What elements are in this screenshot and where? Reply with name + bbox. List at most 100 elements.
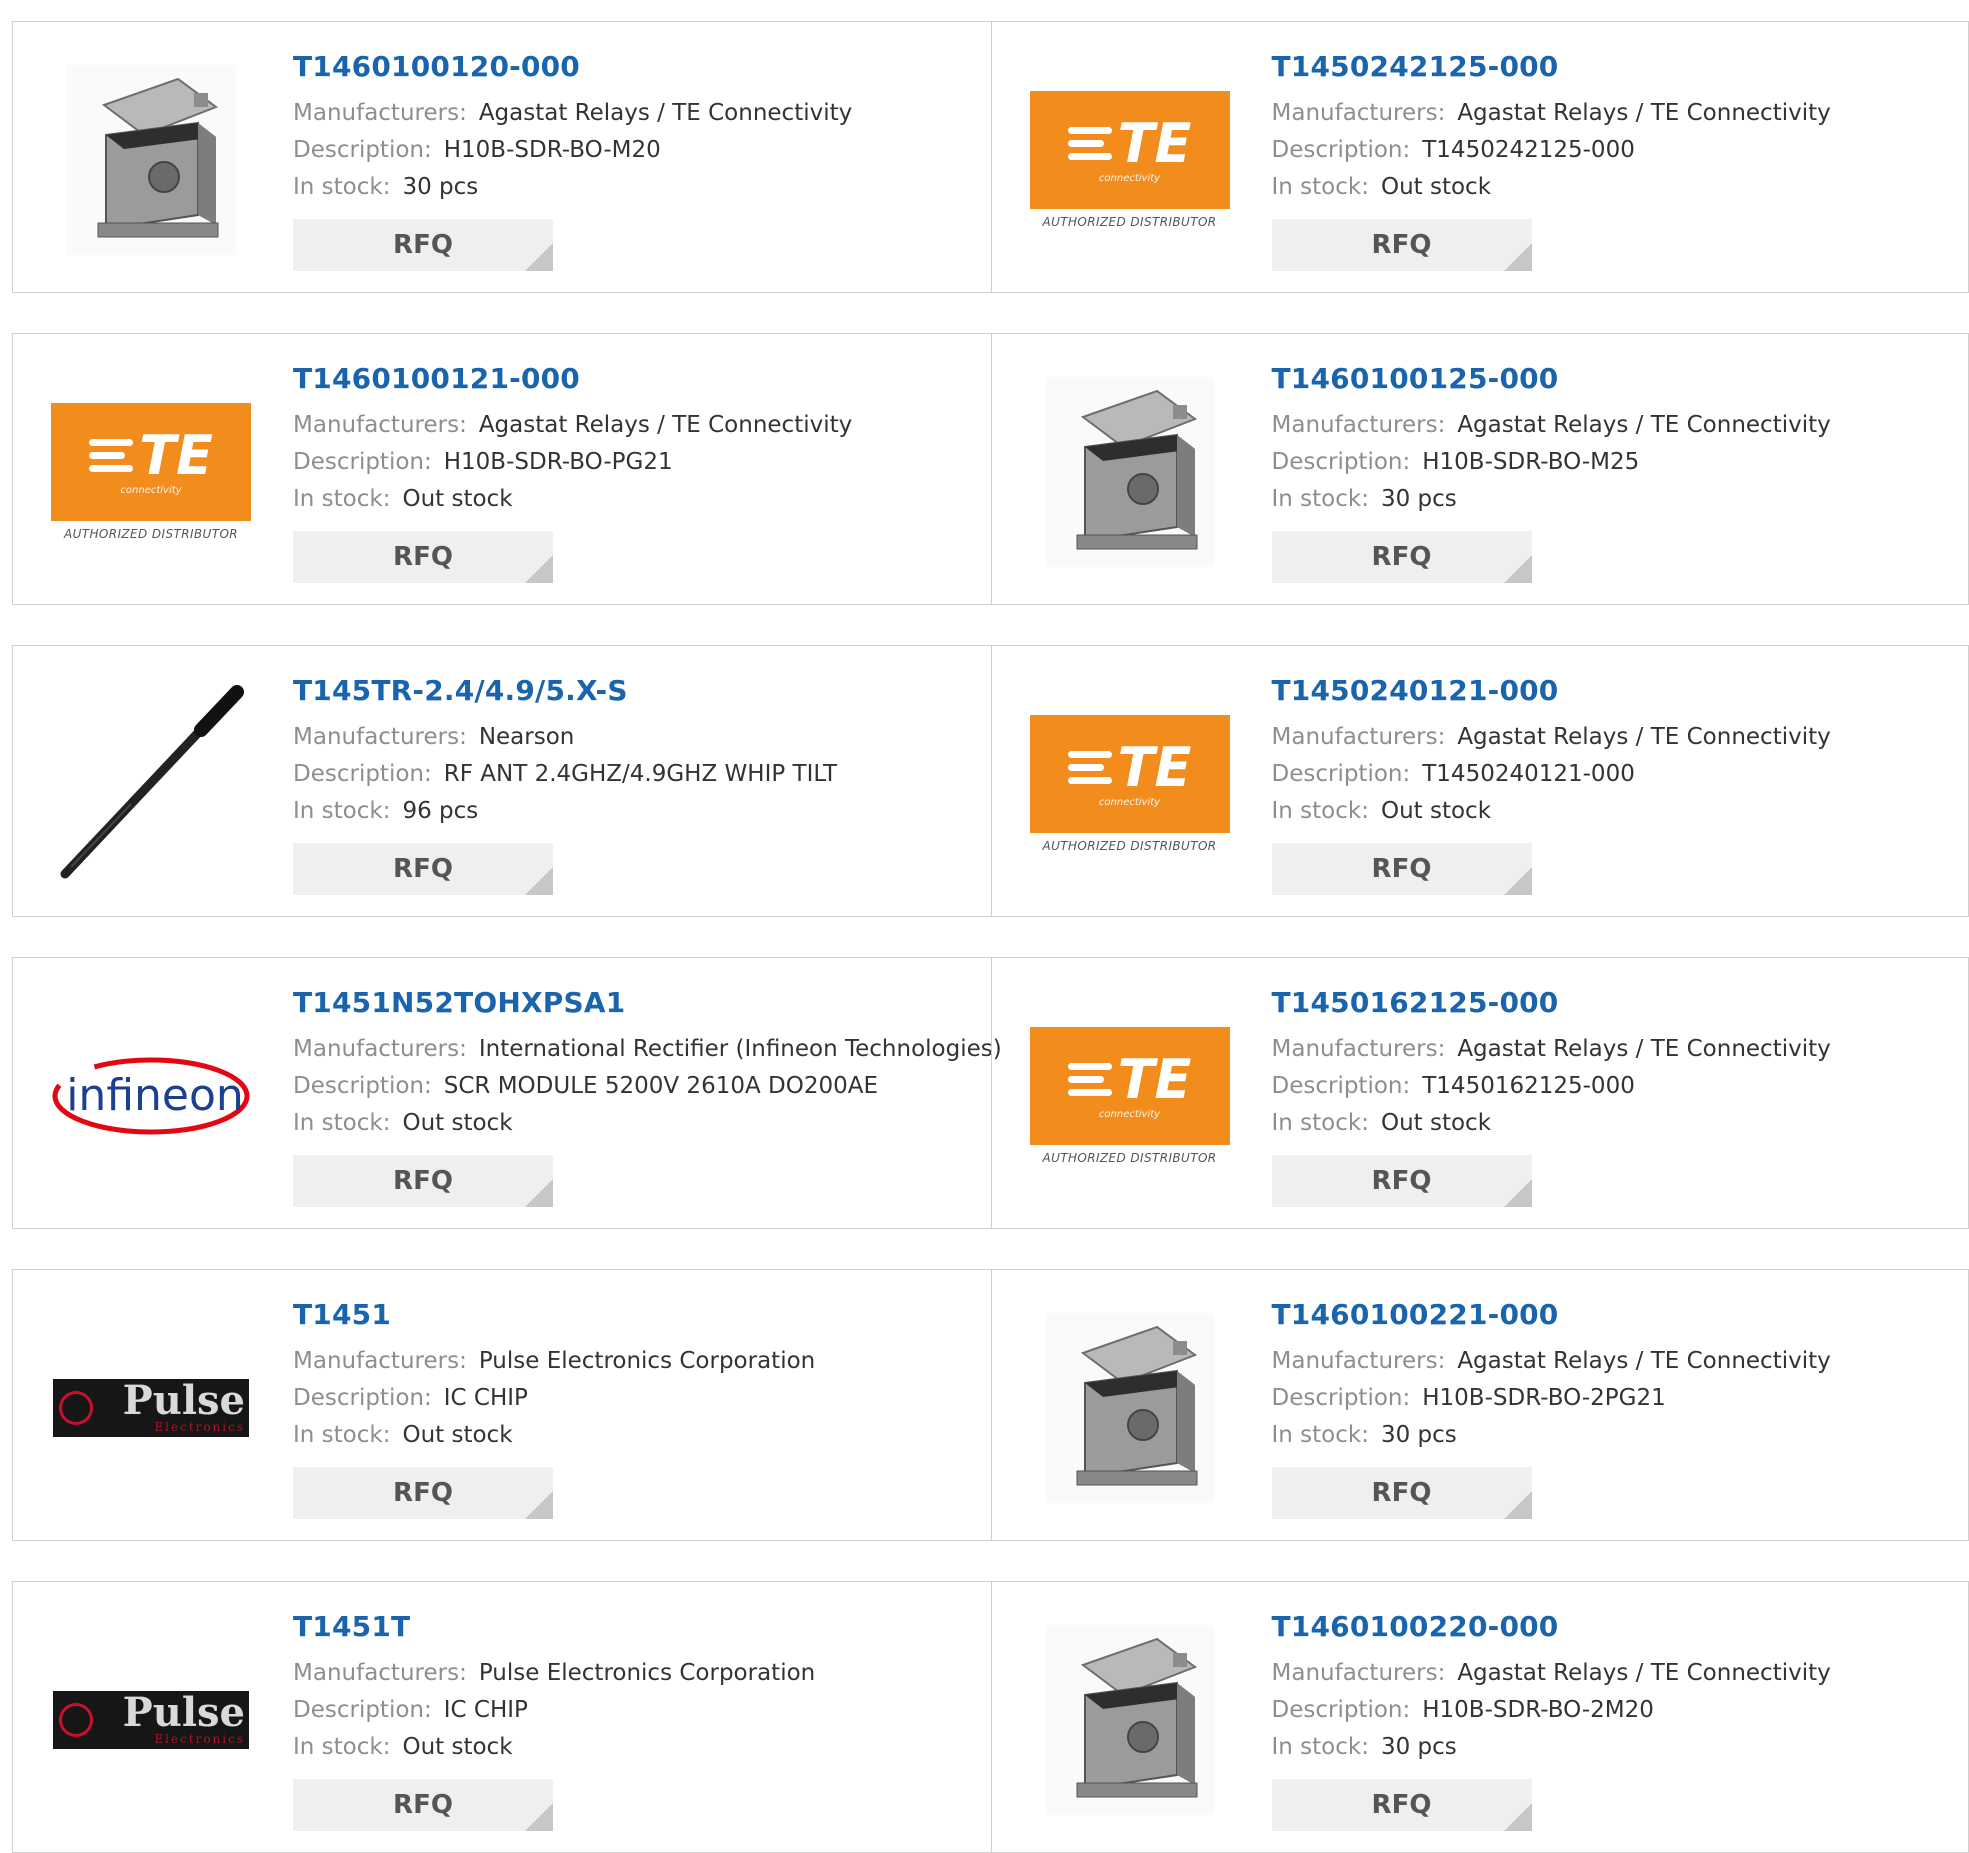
product-thumbnail[interactable] [1030,1308,1230,1508]
description-line: Description: RF ANT 2.4GHZ/4.9GHZ WHIP TI… [293,756,837,793]
product-thumbnail[interactable]: TE connectivity AUTHORIZED DISTRIBUTOR [1029,684,1230,884]
rfq-label: RFQ [1371,854,1432,884]
product-card: TE connectivity AUTHORIZED DISTRIBUTOR T… [13,334,991,604]
rfq-button[interactable]: RFQ [1271,1155,1532,1207]
description-label: Description: [1271,1697,1411,1723]
stock-label: In stock: [293,798,391,824]
part-number-link[interactable]: T145TR-2.4/4.9/5.X-S [293,674,837,707]
product-info: T1460100121-000 Manufacturers: Agastat Rel… [293,362,852,583]
rfq-label: RFQ [393,854,453,884]
rfq-button[interactable]: RFQ [1271,1467,1532,1519]
product-card: Pulse Electronics T1451T Manufacturers: Pu… [13,1582,991,1852]
description-line: Description: H10B-SDR-BO-PG21 [293,444,852,481]
description-line: Description: IC CHIP [293,1380,815,1417]
rfq-button[interactable]: RFQ [293,1155,553,1207]
description-value: T1450240121-000 [1422,761,1635,787]
part-number-link[interactable]: T1460100125-000 [1272,362,1831,395]
manufacturer-value: Agastat Relays / TE Connectivity [1457,412,1831,438]
stock-value: Out stock [1380,174,1492,200]
rfq-label: RFQ [1371,1166,1432,1196]
product-thumbnail[interactable]: TE connectivity AUTHORIZED DISTRIBUTOR [51,372,251,572]
stock-value: 30 pcs [402,174,479,200]
pulse-electronics-logo: Pulse Electronics [53,1379,249,1437]
description-label: Description: [1271,1073,1411,1099]
stock-line: In stock: 96 pcs [293,793,837,830]
manufacturer-line: Manufacturers: Agastat Relays / TE Connec… [293,407,852,444]
rfq-button[interactable]: RFQ [1271,531,1532,583]
manufacturer-label: Manufacturers: [293,724,467,750]
part-number-link[interactable]: T1450240121-000 [1272,674,1831,707]
rfq-label: RFQ [1371,542,1432,572]
manufacturer-label: Manufacturers: [293,1348,467,1374]
te-connectivity-logo: TE connectivity AUTHORIZED DISTRIBUTOR [1029,1027,1230,1165]
part-number-link[interactable]: T1460100221-000 [1272,1298,1831,1331]
product-info: T145TR-2.4/4.9/5.X-S Manufacturers: Nearso… [293,674,837,895]
product-row: T145TR-2.4/4.9/5.X-S Manufacturers: Nearso… [12,645,1969,917]
manufacturer-label: Manufacturers: [293,412,467,438]
part-number-link[interactable]: T1450242125-000 [1272,50,1831,83]
part-number-link[interactable]: T1460100121-000 [293,362,852,395]
description-value: IC CHIP [443,1385,528,1411]
stock-value: 30 pcs [1380,1422,1457,1448]
manufacturer-label: Manufacturers: [1271,1036,1446,1062]
description-line: Description: H10B-SDR-BO-M25 [1272,444,1831,481]
rfq-button[interactable]: RFQ [1271,1779,1532,1831]
product-thumbnail[interactable] [1030,1620,1230,1820]
rfq-label: RFQ [1371,230,1432,260]
part-number-link[interactable]: T1450162125-000 [1272,986,1831,1019]
rfq-corner-decoration [525,1803,553,1831]
part-number-link[interactable]: T1451 [293,1298,815,1331]
rfq-button[interactable]: RFQ [293,1779,553,1831]
stock-label: In stock: [293,486,391,512]
manufacturer-value: Agastat Relays / TE Connectivity [1457,1348,1831,1374]
description-label: Description: [1271,449,1411,475]
product-thumbnail[interactable]: Pulse Electronics [51,1308,251,1508]
stock-label: In stock: [1271,1734,1369,1760]
rfq-corner-decoration [1503,1179,1532,1207]
rfq-button[interactable]: RFQ [293,1467,553,1519]
rfq-corner-decoration [525,867,553,895]
product-thumbnail[interactable] [1030,372,1230,572]
part-number-link[interactable]: T1451T [293,1610,815,1643]
rfq-button[interactable]: RFQ [293,531,553,583]
manufacturer-line: Manufacturers: Agastat Relays / TE Connec… [1272,95,1831,132]
part-number-link[interactable]: T1460100220-000 [1272,1610,1831,1643]
product-thumbnail[interactable]: infineon [51,996,251,1196]
product-thumbnail[interactable] [51,60,251,260]
description-line: Description: IC CHIP [293,1692,815,1729]
stock-line: In stock: 30 pcs [1272,1729,1831,1766]
product-thumbnail[interactable]: TE connectivity AUTHORIZED DISTRIBUTOR [1029,60,1230,260]
product-card: Pulse Electronics T1451 Manufacturers: Pul… [13,1270,991,1540]
manufacturer-value: Agastat Relays / TE Connectivity [478,100,853,126]
rfq-label: RFQ [393,1478,453,1508]
rfq-button[interactable]: RFQ [1271,843,1532,895]
product-row: Pulse Electronics T1451 Manufacturers: Pul… [12,1269,1969,1541]
rfq-button[interactable]: RFQ [293,219,553,271]
product-card: T145TR-2.4/4.9/5.X-S Manufacturers: Nearso… [13,646,991,916]
housing-image [66,65,236,255]
rfq-label: RFQ [393,1166,453,1196]
part-number-link[interactable]: T1460100120-000 [293,50,852,83]
description-value: SCR MODULE 5200V 2610A DO200AE [443,1073,878,1099]
description-value: T1450162125-000 [1422,1073,1635,1099]
description-line: Description: T1450242125-000 [1272,132,1831,169]
stock-value: Out stock [402,1422,513,1448]
product-row: T1460100120-000 Manufacturers: Agastat Rel… [12,21,1969,293]
product-thumbnail[interactable] [51,684,251,884]
rfq-button[interactable]: RFQ [293,843,553,895]
svg-text:infineon: infineon [66,1070,244,1121]
product-thumbnail[interactable]: Pulse Electronics [51,1620,251,1820]
rfq-button[interactable]: RFQ [1271,219,1532,271]
manufacturer-line: Manufacturers: Nearson [293,719,837,756]
manufacturer-line: Manufacturers: Agastat Relays / TE Connec… [293,95,852,132]
product-info: T1460100220-000 Manufacturers: Agastat Rel… [1271,1610,1831,1831]
stock-label: In stock: [1271,486,1369,512]
product-card: TE connectivity AUTHORIZED DISTRIBUTOR T… [990,22,1969,292]
description-label: Description: [293,1073,432,1099]
part-number-link[interactable]: T1451N52TOHXPSA1 [293,986,1002,1019]
manufacturer-label: Manufacturers: [1271,100,1446,126]
product-thumbnail[interactable]: TE connectivity AUTHORIZED DISTRIBUTOR [1029,996,1230,1196]
product-card: T1460100220-000 Manufacturers: Agastat Rel… [990,1582,1969,1852]
rfq-corner-decoration [525,243,553,271]
manufacturer-label: Manufacturers: [293,1036,467,1062]
